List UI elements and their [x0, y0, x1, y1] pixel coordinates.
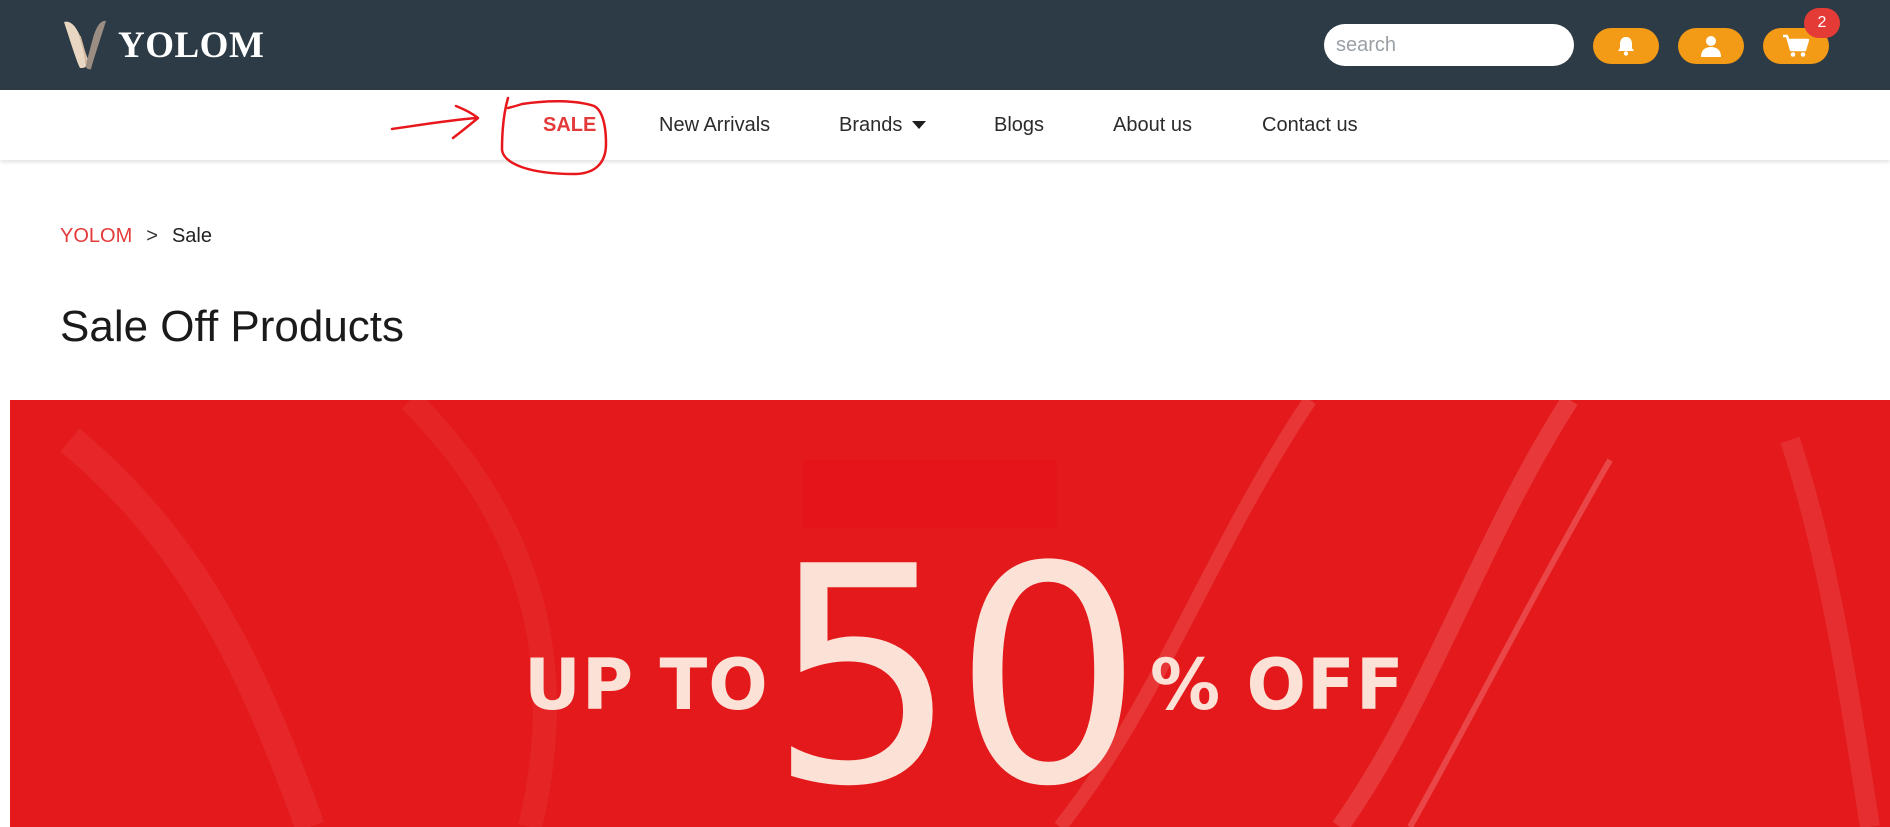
brand-logo-link[interactable]: YOLOM	[58, 18, 264, 72]
brand-name: YOLOM	[118, 24, 265, 66]
cart-count-badge: 2	[1804, 8, 1840, 38]
nav-item-brands-label: Brands	[839, 113, 903, 136]
main-nav: SALE New Arrivals Brands Blogs About us …	[0, 90, 1890, 160]
top-header: YOLOM 2	[0, 0, 1890, 90]
breadcrumb-home-link[interactable]: YOLOM	[60, 225, 132, 248]
search-input[interactable]	[1336, 24, 1601, 66]
banner-suffix-text: % OFF	[1150, 644, 1405, 726]
breadcrumb: YOLOM > Sale	[60, 224, 212, 248]
notifications-button[interactable]	[1593, 28, 1659, 64]
page-title: Sale Off Products	[60, 302, 405, 351]
breadcrumb-separator: >	[146, 224, 158, 247]
search-box	[1324, 24, 1601, 66]
nav-item-brands[interactable]: Brands	[839, 90, 927, 160]
sale-banner[interactable]: UP TO 50 % OFF	[10, 400, 1890, 827]
nav-item-about-us[interactable]: About us	[1113, 90, 1192, 160]
bell-icon	[1618, 37, 1634, 56]
logo-icon	[64, 20, 106, 70]
banner-discount-number: 50	[768, 503, 1144, 827]
caret-down-icon	[912, 121, 927, 129]
banner-prefix-text: UP TO	[524, 644, 769, 726]
nav-item-contact-us[interactable]: Contact us	[1262, 90, 1358, 160]
nav-item-blogs[interactable]: Blogs	[994, 90, 1044, 160]
nav-item-sale[interactable]: SALE	[543, 90, 596, 160]
user-icon	[1701, 36, 1721, 57]
breadcrumb-current: Sale	[171, 224, 212, 247]
nav-item-new-arrivals[interactable]: New Arrivals	[659, 90, 770, 160]
cart-icon	[1783, 34, 1810, 57]
account-button[interactable]	[1678, 28, 1744, 64]
